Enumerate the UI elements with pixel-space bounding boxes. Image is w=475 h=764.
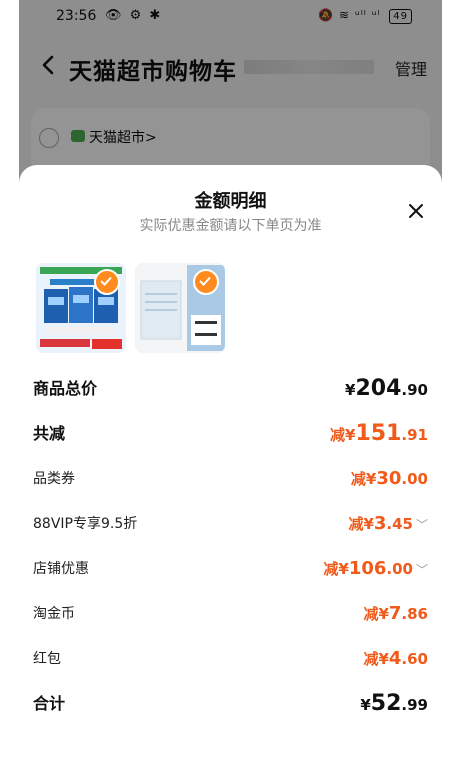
selected-check-icon [193, 269, 219, 295]
red-packet-row: 红包 减¥4.60 [33, 646, 428, 672]
chevron-down-icon[interactable]: ﹀ [416, 518, 428, 532]
row-label: 品类券 [33, 471, 75, 487]
row-label: 店铺优惠 [33, 561, 89, 577]
row-label: 商品总价 [33, 379, 98, 398]
phone-screen: 23:56 👁 ⚙ ✱ 🔕 ≋ ᵘˡˡ ᵘˡ 49 天猫超市购物车 管理 天猫超… [19, 0, 442, 764]
sheet-title: 金额明细 [194, 191, 267, 212]
vip-discount-row[interactable]: 88VIP专享9.5折 减¥3.45 ﹀ [33, 511, 428, 537]
product-thumbnail[interactable] [36, 263, 126, 353]
row-value: 减¥30.00 [350, 468, 428, 489]
sheet-subtitle: 实际优惠金额请以下单页为准 [139, 218, 322, 234]
row-value: ¥52.99 [360, 691, 428, 716]
total-price-row: 商品总价 ¥204.90 [33, 376, 428, 402]
close-icon[interactable] [408, 203, 424, 219]
row-value: ¥204.90 [345, 376, 428, 401]
selected-check-icon [94, 269, 120, 295]
row-label: 共减 [33, 424, 66, 443]
amount-detail-sheet: 金额明细 实际优惠金额请以下单页为准 商品总价 ¥204.90 共减 减¥151… [19, 165, 442, 764]
row-value: 减¥3.45 ﹀ [348, 513, 428, 534]
row-label: 合计 [33, 694, 66, 713]
taobao-coins-row: 淘金币 减¥7.86 [33, 601, 428, 627]
row-value: 减¥4.60 [363, 648, 428, 669]
row-label: 88VIP专享9.5折 [33, 516, 138, 532]
store-discount-row[interactable]: 店铺优惠 减¥106.00 ﹀ [33, 556, 428, 582]
row-value: 减¥7.86 [363, 603, 428, 624]
total-discount-row: 共减 减¥151.91 [33, 421, 428, 447]
grand-total-row: 合计 ¥52.99 [33, 691, 428, 717]
row-label: 红包 [33, 651, 61, 667]
row-value: 减¥106.00 ﹀ [323, 558, 428, 579]
product-thumbnail[interactable] [135, 263, 225, 353]
row-value: 减¥151.91 [330, 421, 428, 446]
category-coupon-row: 品类券 减¥30.00 [33, 466, 428, 492]
chevron-down-icon[interactable]: ﹀ [416, 563, 428, 577]
row-label: 淘金币 [33, 606, 75, 622]
